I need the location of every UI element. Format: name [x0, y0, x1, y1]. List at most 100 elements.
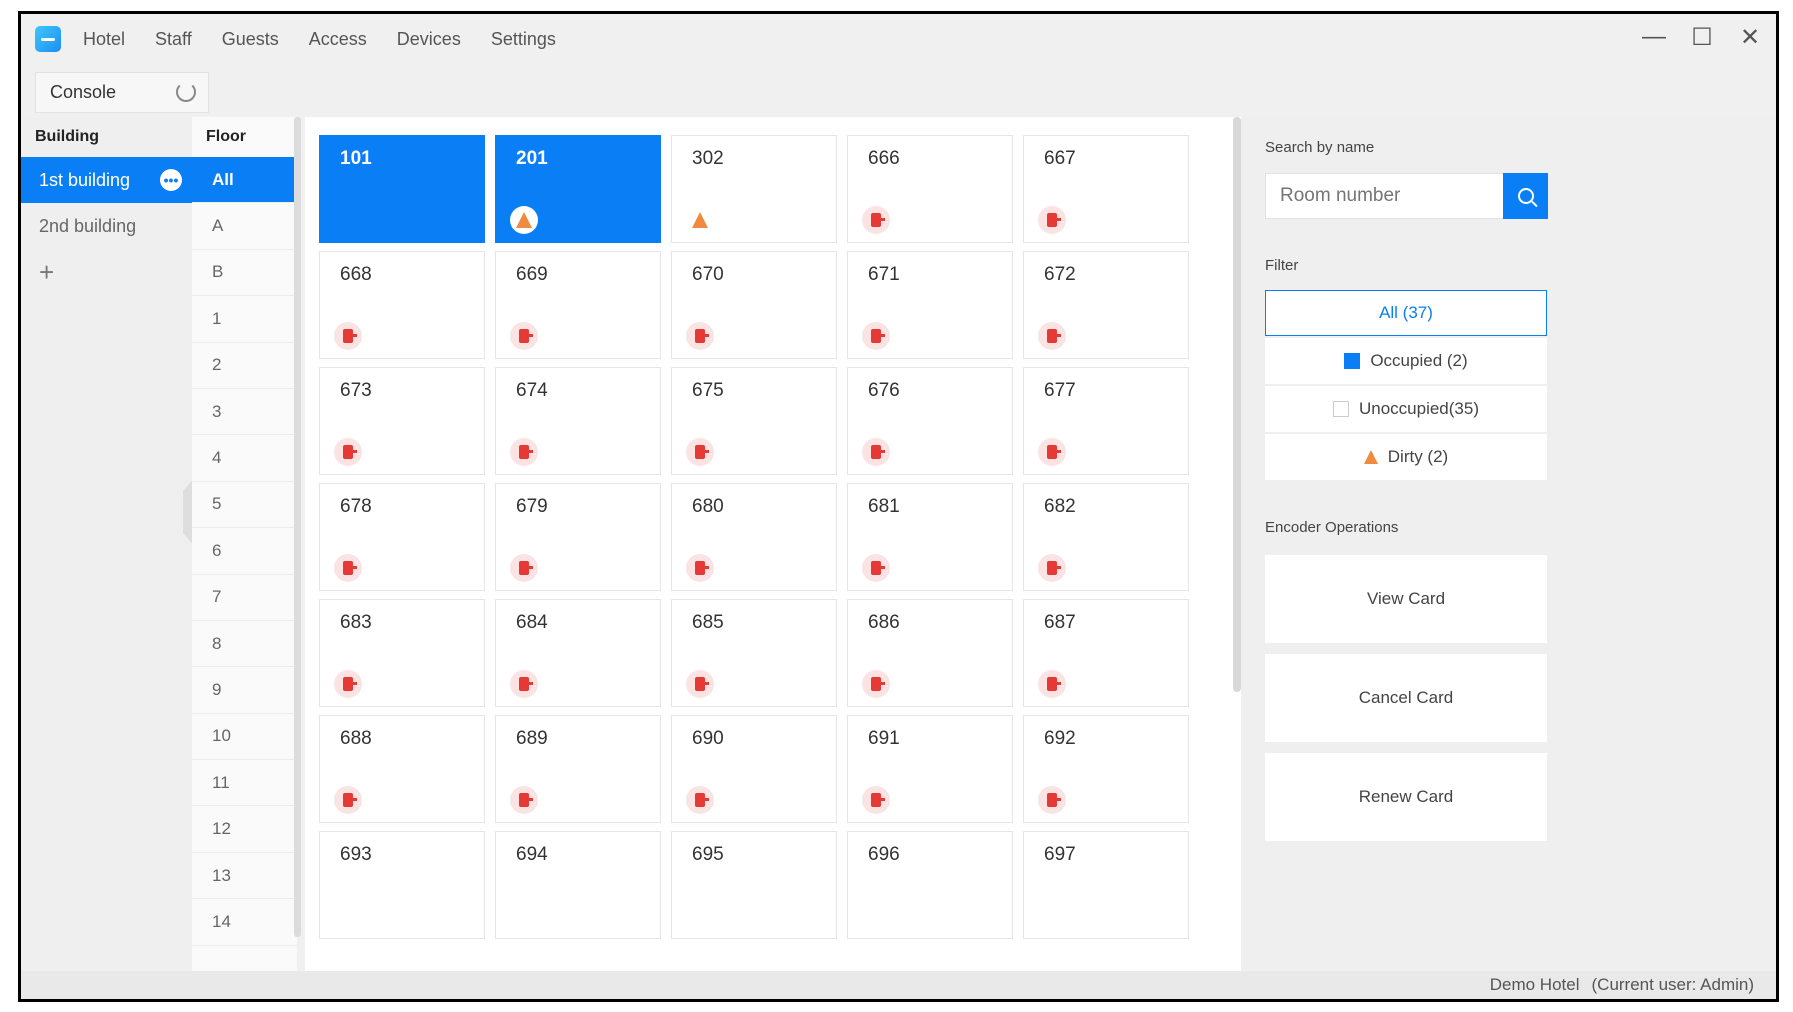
room-card-677[interactable]: 677 — [1023, 367, 1189, 475]
floor-item-4[interactable]: 4 — [192, 435, 297, 482]
room-card-695[interactable]: 695 — [671, 831, 837, 939]
room-card-694[interactable]: 694 — [495, 831, 661, 939]
filter-unoccupied-button[interactable]: Unoccupied(35) — [1265, 386, 1547, 432]
floor-item-6[interactable]: 6 — [192, 528, 297, 575]
renew-card-button[interactable]: Renew Card — [1265, 753, 1547, 841]
floor-scrollbar[interactable] — [294, 117, 301, 937]
floor-item-a[interactable]: A — [192, 203, 297, 250]
room-number: 688 — [340, 728, 372, 749]
room-card-670[interactable]: 670 — [671, 251, 837, 359]
room-card-675[interactable]: 675 — [671, 367, 837, 475]
floor-item-b[interactable]: B — [192, 250, 297, 297]
more-options-icon[interactable]: ••• — [160, 169, 182, 191]
room-card-668[interactable]: 668 — [319, 251, 485, 359]
room-card-676[interactable]: 676 — [847, 367, 1013, 475]
maximize-icon[interactable]: ☐ — [1690, 22, 1714, 52]
dirty-cone-icon — [1363, 450, 1378, 464]
floor-item-12[interactable]: 12 — [192, 806, 297, 853]
menu-guests[interactable]: Guests — [222, 29, 279, 50]
floor-item-11[interactable]: 11 — [192, 760, 297, 807]
window-controls: — ☐ ✕ — [1642, 22, 1762, 52]
view-card-button[interactable]: View Card — [1265, 555, 1547, 643]
filter-dirty-button[interactable]: Dirty (2) — [1265, 434, 1547, 480]
room-card-302[interactable]: 302 — [671, 135, 837, 243]
room-card-690[interactable]: 690 — [671, 715, 837, 823]
floor-item-7[interactable]: 7 — [192, 575, 297, 621]
room-card-683[interactable]: 683 — [319, 599, 485, 707]
current-user: (Current user: Admin) — [1591, 975, 1755, 994]
floor-item-2[interactable]: 2 — [192, 343, 297, 389]
tab-console[interactable]: Console — [35, 72, 209, 113]
door-lock-icon — [686, 554, 714, 582]
close-icon[interactable]: ✕ — [1738, 22, 1762, 52]
menu-devices[interactable]: Devices — [397, 29, 461, 50]
room-number: 683 — [340, 612, 372, 633]
room-card-685[interactable]: 685 — [671, 599, 837, 707]
room-card-674[interactable]: 674 — [495, 367, 661, 475]
room-card-671[interactable]: 671 — [847, 251, 1013, 359]
room-card-688[interactable]: 688 — [319, 715, 485, 823]
floor-header: Floor — [206, 128, 246, 145]
filter-all-button[interactable]: All (37) — [1265, 290, 1547, 336]
room-number: 681 — [868, 496, 900, 517]
minimize-icon[interactable]: — — [1642, 22, 1666, 52]
floor-item-8[interactable]: 8 — [192, 621, 297, 668]
room-number: 694 — [516, 844, 548, 865]
cancel-card-button[interactable]: Cancel Card — [1265, 654, 1547, 742]
room-card-680[interactable]: 680 — [671, 483, 837, 591]
room-grid-scrollbar[interactable] — [1233, 117, 1241, 692]
search-icon — [1517, 188, 1534, 204]
room-number: 697 — [1044, 844, 1076, 865]
room-card-693[interactable]: 693 — [319, 831, 485, 939]
floor-item-5[interactable]: 5 — [192, 482, 297, 529]
door-lock-icon — [510, 322, 538, 350]
room-card-667[interactable]: 667 — [1023, 135, 1189, 243]
room-card-697[interactable]: 697 — [1023, 831, 1189, 939]
building-item-1st[interactable]: 1st building ••• — [21, 157, 192, 203]
building-item-2nd[interactable]: 2nd building — [21, 203, 192, 249]
room-card-689[interactable]: 689 — [495, 715, 661, 823]
menu-access[interactable]: Access — [309, 29, 367, 50]
floor-item-1[interactable]: 1 — [192, 296, 297, 343]
room-card-669[interactable]: 669 — [495, 251, 661, 359]
room-card-678[interactable]: 678 — [319, 483, 485, 591]
room-card-201[interactable]: 201 — [495, 135, 661, 243]
search-button[interactable] — [1503, 173, 1548, 219]
room-number: 676 — [868, 380, 900, 401]
app-window: Hotel Staff Guests Access Devices Settin… — [18, 11, 1779, 1002]
menu-staff[interactable]: Staff — [155, 29, 192, 50]
room-number: 101 — [340, 148, 372, 169]
menu-hotel[interactable]: Hotel — [83, 29, 125, 50]
menu-settings[interactable]: Settings — [491, 29, 556, 50]
room-card-679[interactable]: 679 — [495, 483, 661, 591]
room-card-686[interactable]: 686 — [847, 599, 1013, 707]
floor-item-14[interactable]: 14 — [192, 899, 297, 946]
floor-item-10[interactable]: 10 — [192, 714, 297, 761]
room-card-696[interactable]: 696 — [847, 831, 1013, 939]
floor-item-13[interactable]: 13 — [192, 853, 297, 900]
room-card-691[interactable]: 691 — [847, 715, 1013, 823]
room-card-684[interactable]: 684 — [495, 599, 661, 707]
room-card-672[interactable]: 672 — [1023, 251, 1189, 359]
add-building-button[interactable]: + — [21, 249, 192, 295]
status-bar: Demo Hotel (Current user: Admin) — [21, 971, 1776, 999]
floor-item-all[interactable]: All — [192, 157, 297, 204]
floor-item-3[interactable]: 3 — [192, 389, 297, 436]
filter-unoccupied-label: Unoccupied(35) — [1358, 399, 1479, 418]
room-number: 689 — [516, 728, 548, 749]
building-item-label: 2nd building — [39, 215, 137, 236]
room-card-666[interactable]: 666 — [847, 135, 1013, 243]
room-card-101[interactable]: 101 — [319, 135, 485, 243]
room-card-692[interactable]: 692 — [1023, 715, 1189, 823]
filter-all-label: All (37) — [1379, 303, 1433, 322]
refresh-icon[interactable] — [176, 82, 196, 102]
room-card-687[interactable]: 687 — [1023, 599, 1189, 707]
room-card-682[interactable]: 682 — [1023, 483, 1189, 591]
room-card-681[interactable]: 681 — [847, 483, 1013, 591]
door-lock-icon — [686, 322, 714, 350]
floor-item-9[interactable]: 9 — [192, 667, 297, 714]
room-number: 201 — [516, 148, 548, 169]
filter-occupied-button[interactable]: Occupied (2) — [1265, 338, 1547, 384]
building-header: Building — [35, 128, 99, 145]
room-card-673[interactable]: 673 — [319, 367, 485, 475]
